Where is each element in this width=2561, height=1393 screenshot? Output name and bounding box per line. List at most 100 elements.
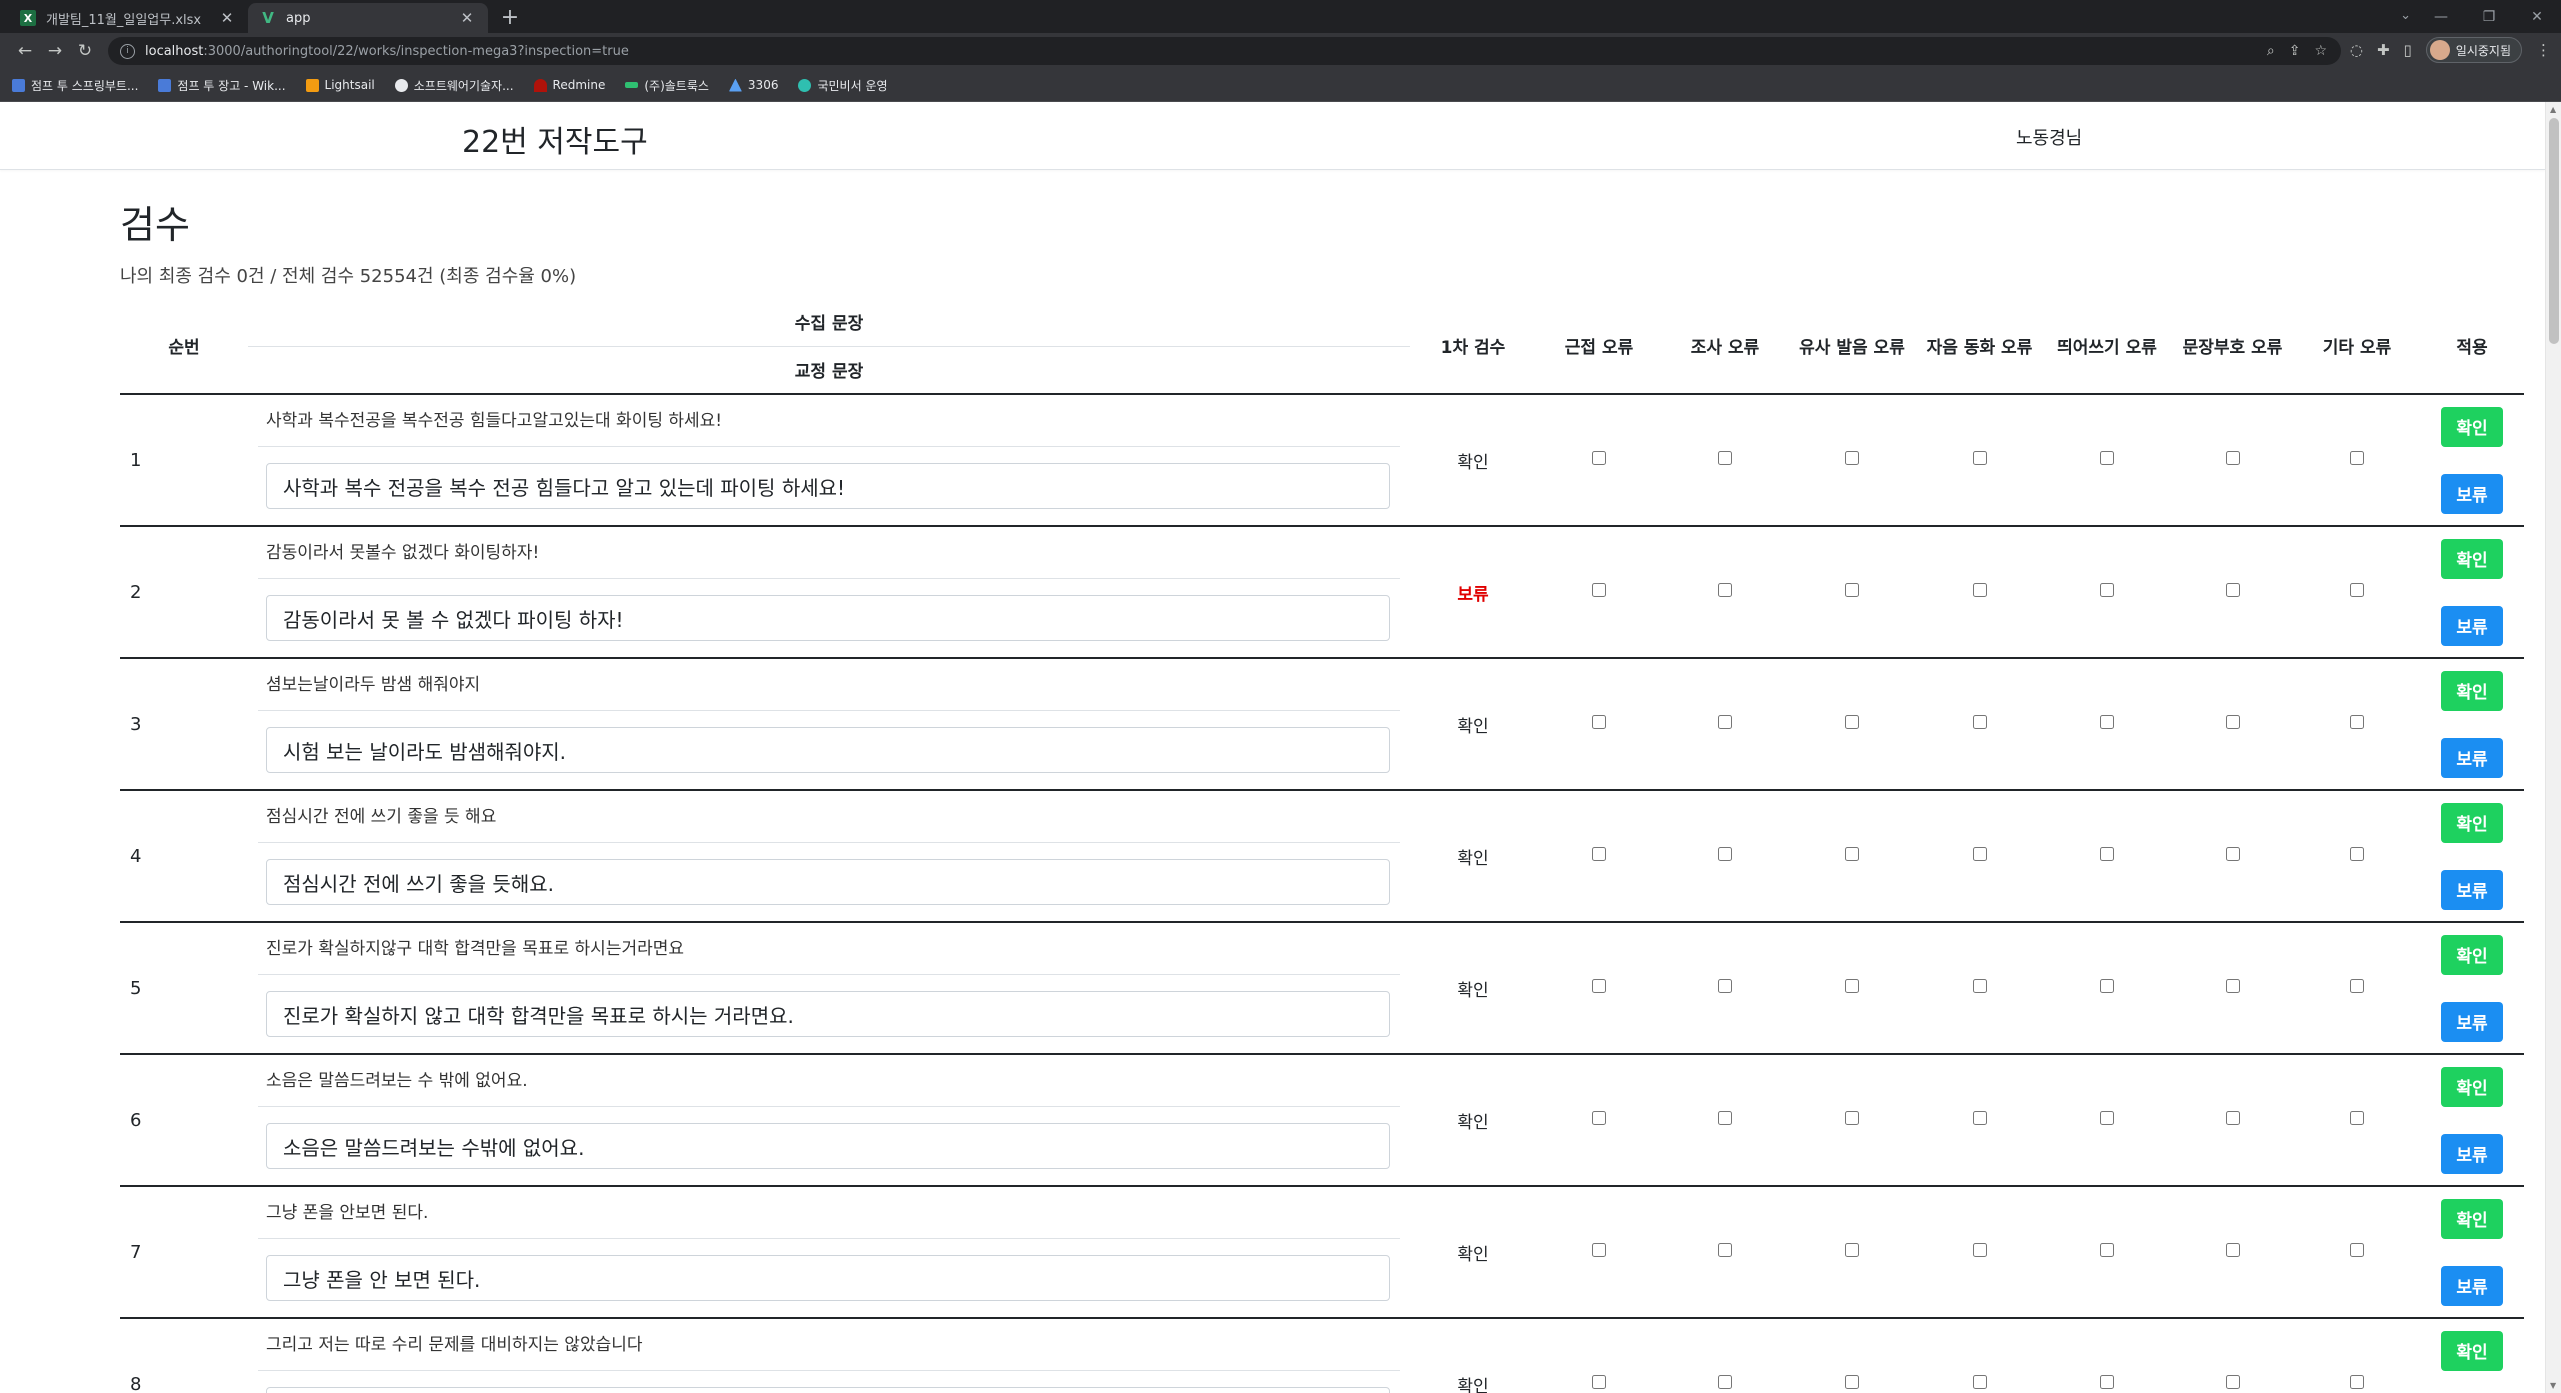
error-checkbox-pronunciation[interactable] [1845, 1375, 1859, 1389]
corrected-sentence-input[interactable] [266, 859, 1390, 905]
user-name[interactable]: 노동경님 [2016, 124, 2082, 150]
error-checkbox-proximity[interactable] [1592, 1375, 1606, 1389]
confirm-button[interactable]: 확인 [2441, 1330, 2503, 1371]
error-checkbox-punctuation[interactable] [2225, 1111, 2240, 1125]
error-checkbox-other[interactable] [2350, 847, 2364, 861]
scroll-up-icon[interactable]: ▲ [2550, 105, 2556, 114]
error-checkbox-assimilation[interactable] [1972, 1375, 1987, 1389]
hold-button[interactable]: 보류 [2441, 473, 2503, 514]
error-checkbox-particle[interactable] [1718, 1375, 1732, 1389]
error-checkbox-spacing[interactable] [2100, 583, 2114, 597]
hold-button[interactable]: 보류 [2441, 1265, 2503, 1306]
error-checkbox-particle[interactable] [1718, 715, 1732, 729]
forward-arrow-icon[interactable]: → [40, 36, 70, 66]
error-checkbox-other[interactable] [2350, 1243, 2364, 1257]
error-checkbox-proximity[interactable] [1592, 583, 1606, 597]
error-checkbox-proximity[interactable] [1592, 1111, 1606, 1125]
corrected-sentence-input[interactable] [266, 595, 1390, 641]
error-checkbox-spacing[interactable] [2100, 979, 2114, 993]
tab-excel[interactable]: X 개발팀_11월_일일업무.xlsx ✕ [8, 3, 248, 33]
error-checkbox-assimilation[interactable] [1972, 979, 1987, 993]
error-checkbox-assimilation[interactable] [1972, 715, 1987, 729]
back-arrow-icon[interactable]: ← [10, 36, 40, 66]
error-checkbox-assimilation[interactable] [1972, 583, 1987, 597]
error-checkbox-pronunciation[interactable] [1845, 1111, 1859, 1125]
star-icon[interactable]: ☆ [2314, 43, 2327, 59]
close-icon[interactable]: ✕ [218, 9, 236, 27]
error-checkbox-punctuation[interactable] [2225, 451, 2240, 465]
bookmark-item[interactable]: 국민비서 운영 [798, 77, 888, 94]
error-checkbox-punctuation[interactable] [2225, 979, 2240, 993]
error-checkbox-proximity[interactable] [1592, 847, 1606, 861]
address-bar[interactable]: i localhost:3000/authoringtool/22/works/… [108, 37, 2341, 65]
error-checkbox-assimilation[interactable] [1972, 847, 1987, 861]
bookmark-item[interactable]: 점프 투 장고 - Wik... [158, 77, 286, 94]
confirm-button[interactable]: 확인 [2441, 406, 2503, 447]
scroll-down-icon[interactable]: ▼ [2550, 1381, 2556, 1390]
error-checkbox-spacing[interactable] [2100, 715, 2114, 729]
error-checkbox-other[interactable] [2350, 451, 2364, 465]
confirm-button[interactable]: 확인 [2441, 1066, 2503, 1107]
error-checkbox-particle[interactable] [1718, 847, 1732, 861]
error-checkbox-spacing[interactable] [2100, 1243, 2114, 1257]
error-checkbox-particle[interactable] [1718, 979, 1732, 993]
error-checkbox-particle[interactable] [1718, 1111, 1732, 1125]
error-checkbox-pronunciation[interactable] [1845, 979, 1859, 993]
error-checkbox-punctuation[interactable] [2225, 1375, 2240, 1389]
error-checkbox-proximity[interactable] [1592, 451, 1606, 465]
close-icon[interactable]: ✕ [458, 9, 476, 27]
corrected-sentence-input[interactable] [266, 727, 1390, 773]
error-checkbox-spacing[interactable] [2100, 847, 2114, 861]
extensions-icon[interactable]: ✚ [2377, 41, 2390, 59]
error-checkbox-punctuation[interactable] [2225, 847, 2240, 861]
hold-button[interactable]: 보류 [2441, 869, 2503, 910]
reload-icon[interactable]: ↻ [70, 36, 100, 66]
chevron-down-icon[interactable]: ⌄ [2400, 8, 2411, 23]
corrected-sentence-input[interactable] [266, 463, 1390, 509]
corrected-sentence-input[interactable] [266, 1255, 1390, 1301]
error-checkbox-pronunciation[interactable] [1845, 847, 1859, 861]
error-checkbox-other[interactable] [2350, 979, 2364, 993]
error-checkbox-particle[interactable] [1718, 1243, 1732, 1257]
zoom-icon[interactable]: ⌕ [2267, 43, 2275, 59]
bookmark-item[interactable]: 3306 [728, 78, 778, 92]
error-checkbox-particle[interactable] [1718, 451, 1732, 465]
error-checkbox-assimilation[interactable] [1972, 451, 1987, 465]
profile-button[interactable]: 일시중지됨 [2425, 37, 2522, 63]
bookmark-item[interactable]: Lightsail [305, 78, 375, 92]
error-checkbox-spacing[interactable] [2100, 451, 2114, 465]
error-checkbox-pronunciation[interactable] [1845, 715, 1859, 729]
confirm-button[interactable]: 확인 [2441, 802, 2503, 843]
bookmark-item[interactable]: 소프트웨어기술자... [394, 77, 514, 94]
maximize-icon[interactable]: ❐ [2465, 0, 2513, 33]
hold-button[interactable]: 보류 [2441, 1133, 2503, 1174]
bookmark-item[interactable]: 점프 투 스프링부트... [12, 77, 138, 94]
scrollbar-thumb[interactable] [2549, 118, 2559, 344]
confirm-button[interactable]: 확인 [2441, 1198, 2503, 1239]
share-icon[interactable]: ⇪ [2289, 43, 2301, 59]
error-checkbox-other[interactable] [2350, 1375, 2364, 1389]
page-scrollbar[interactable]: ▲ ▼ [2545, 102, 2561, 1393]
error-checkbox-other[interactable] [2350, 583, 2364, 597]
error-checkbox-punctuation[interactable] [2225, 715, 2240, 729]
error-checkbox-proximity[interactable] [1592, 715, 1606, 729]
close-window-icon[interactable]: ✕ [2513, 0, 2561, 33]
confirm-button[interactable]: 확인 [2441, 538, 2503, 579]
error-checkbox-proximity[interactable] [1592, 979, 1606, 993]
hold-button[interactable]: 보류 [2441, 1001, 2503, 1042]
error-checkbox-punctuation[interactable] [2225, 1243, 2240, 1257]
new-tab-icon[interactable]: + [498, 5, 522, 30]
brand-title[interactable]: 22번 저작도구 [462, 117, 648, 161]
bookmark-item[interactable]: (주)솔트룩스 [625, 77, 709, 94]
corrected-sentence-input[interactable] [266, 1387, 1390, 1393]
error-checkbox-other[interactable] [2350, 1111, 2364, 1125]
error-checkbox-pronunciation[interactable] [1845, 1243, 1859, 1257]
error-checkbox-spacing[interactable] [2100, 1375, 2114, 1389]
side-panel-icon[interactable]: ▯ [2404, 41, 2412, 59]
error-checkbox-spacing[interactable] [2100, 1111, 2114, 1125]
tab-app[interactable]: V app ✕ [248, 3, 488, 33]
error-checkbox-proximity[interactable] [1592, 1243, 1606, 1257]
error-checkbox-other[interactable] [2350, 715, 2364, 729]
confirm-button[interactable]: 확인 [2441, 934, 2503, 975]
error-checkbox-punctuation[interactable] [2225, 583, 2240, 597]
